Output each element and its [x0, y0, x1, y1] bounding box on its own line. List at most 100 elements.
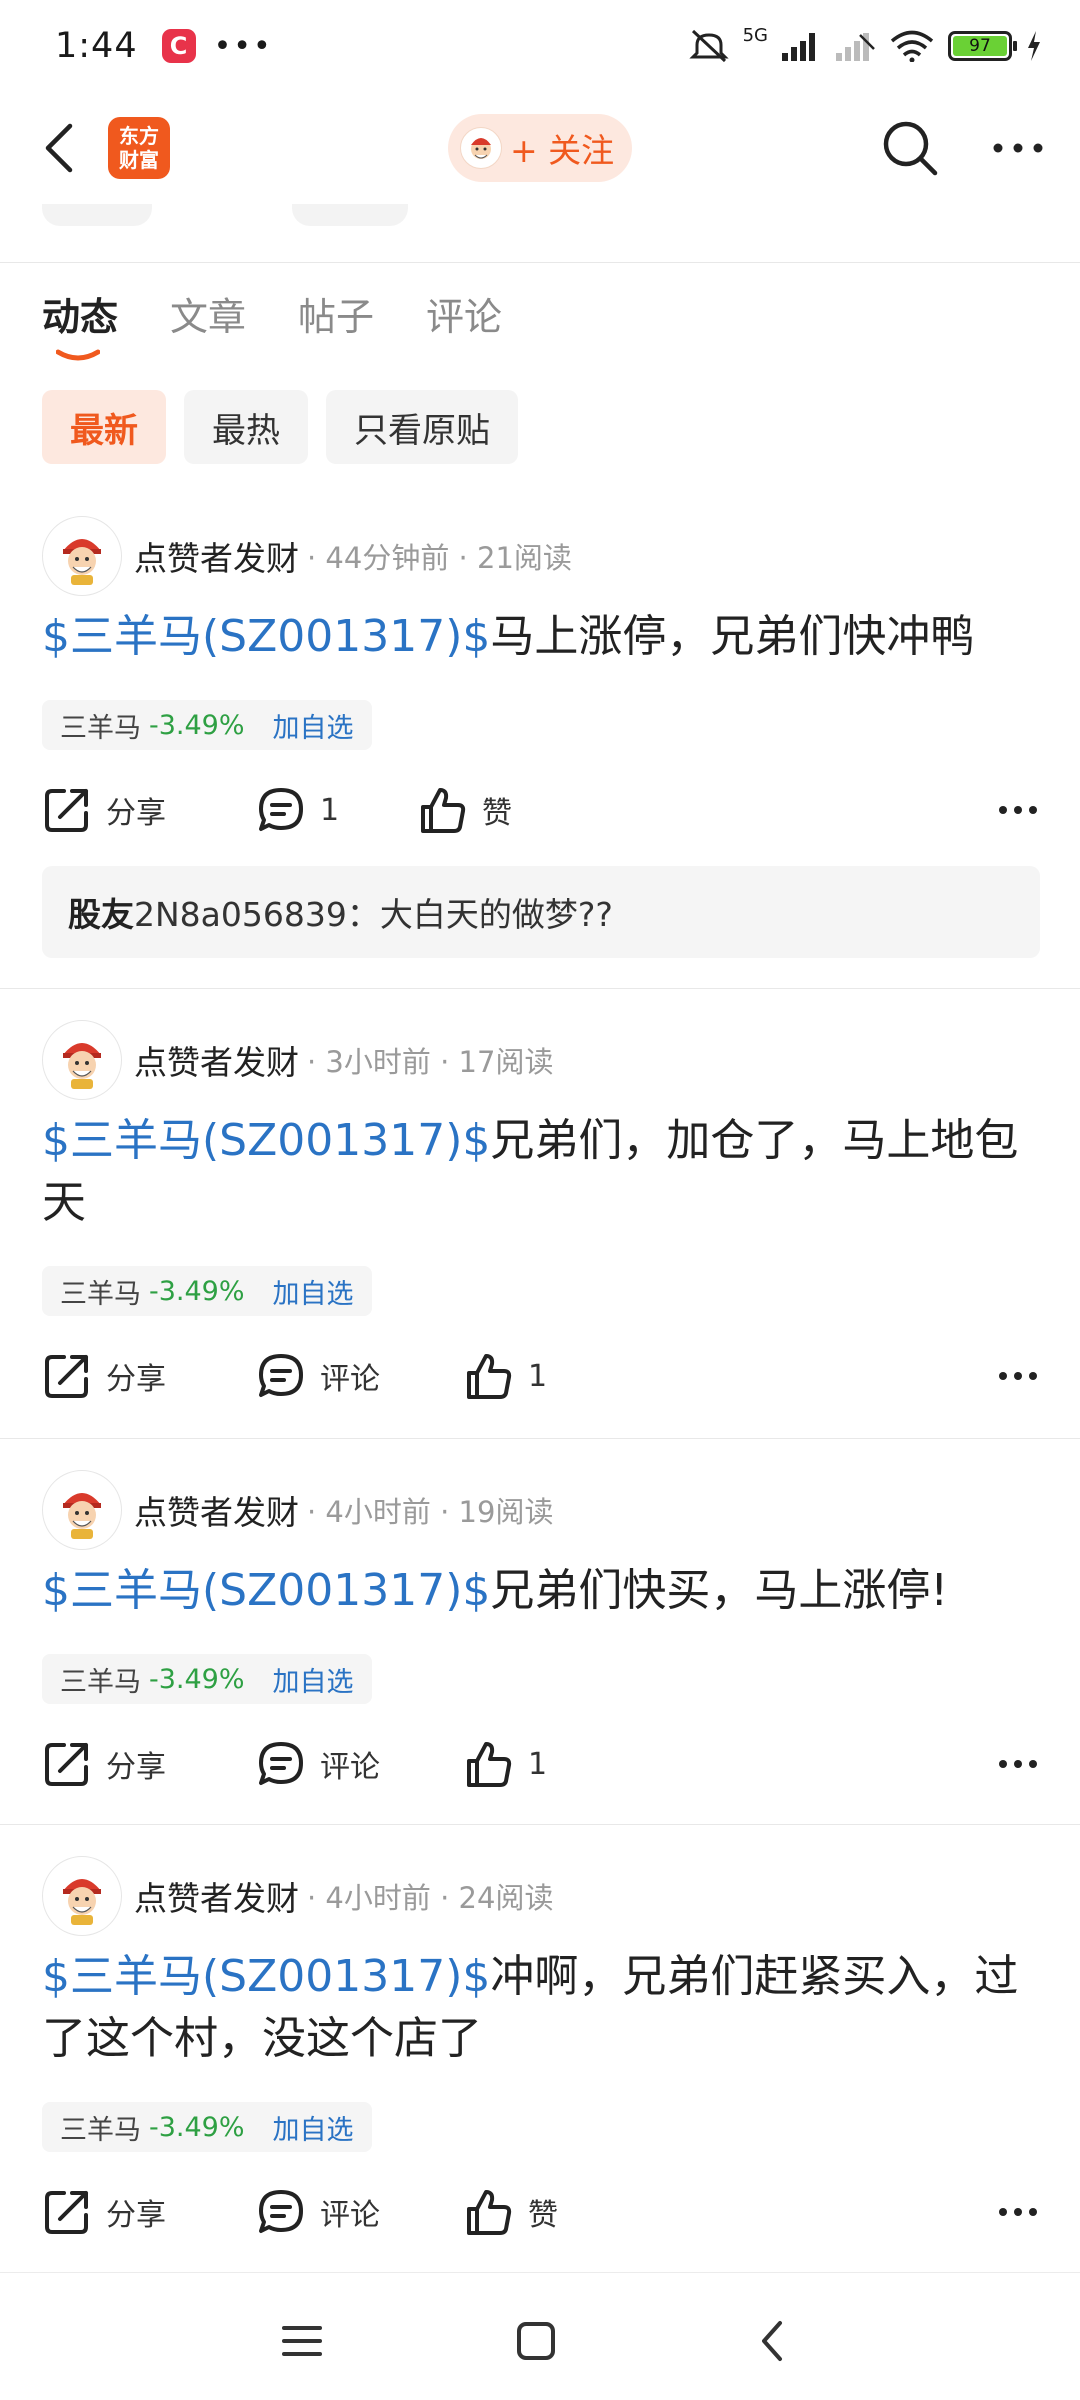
comment-button[interactable]: 评论	[256, 1732, 380, 1796]
add-to-watchlist-button[interactable]: 加自选	[273, 2108, 354, 2147]
home-button[interactable]	[508, 2313, 564, 2369]
follow-button[interactable]: + 关注	[448, 114, 632, 182]
post-content[interactable]: $三羊马(SZ001317)$兄弟们，加仓了，马上地包天	[42, 1110, 1032, 1234]
post-item[interactable]: 点赞者发财 · 3小时前 · 17阅读 $三羊马(SZ001317)$兄弟们，加…	[0, 1020, 1080, 1436]
share-icon	[45, 1355, 88, 1398]
stock-link[interactable]: $三羊马(SZ001317)$	[42, 1115, 490, 1166]
post-more-button[interactable]	[998, 1732, 1038, 1796]
like-button[interactable]: 1	[464, 1344, 547, 1408]
thumbs-up-icon	[467, 1354, 512, 1399]
stock-tag-name: 三羊马	[60, 1278, 141, 1310]
content-tabs: 动态 文章 帖子 评论	[42, 286, 502, 361]
remnant-stat	[42, 204, 152, 226]
post-more-button[interactable]	[998, 2180, 1038, 2244]
reply-username: 股友	[68, 895, 134, 934]
tab-dynamics[interactable]: 动态	[42, 286, 119, 361]
post-actions: 分享 评论 1	[42, 1344, 1038, 1408]
post-more-button[interactable]	[998, 1344, 1038, 1408]
back-button[interactable]	[36, 113, 82, 183]
filter-latest[interactable]: 最新	[42, 390, 166, 464]
stock-link[interactable]: $三羊马(SZ001317)$	[42, 1951, 490, 2002]
filter-original-only[interactable]: 只看原贴	[326, 390, 518, 464]
tab-posts[interactable]: 帖子	[298, 286, 374, 341]
post-item[interactable]: 点赞者发财 · 44分钟前 · 21阅读 $三羊马(SZ001317)$马上涨停…	[0, 516, 1080, 988]
stock-tag[interactable]: 三羊马 -3.49% 加自选	[42, 1654, 372, 1704]
comment-label: 1	[320, 792, 340, 828]
section-divider	[0, 262, 1080, 263]
author-name[interactable]: 点赞者发财	[134, 1872, 299, 1920]
status-time: 1:44	[55, 26, 138, 66]
comment-icon	[259, 2190, 303, 2233]
system-nav-bar	[0, 2272, 1080, 2400]
post-text: 兄弟们快买，马上涨停!	[490, 1565, 948, 1616]
share-button[interactable]: 分享	[42, 1344, 166, 1408]
tab-label: 动态	[42, 295, 119, 339]
stock-tag-change: -3.49%	[149, 1663, 245, 1695]
like-button[interactable]: 赞	[418, 778, 512, 842]
comment-button[interactable]: 1	[256, 778, 339, 842]
tab-comments[interactable]: 评论	[426, 286, 502, 341]
post-content[interactable]: $三羊马(SZ001317)$冲啊，兄弟们赶紧买入，过了这个村，没这个店了	[42, 1946, 1032, 2070]
brand-logo[interactable]: 东方财富	[108, 117, 170, 179]
add-to-watchlist-button[interactable]: 加自选	[273, 1272, 354, 1311]
share-button[interactable]: 分享	[42, 778, 166, 842]
more-horizontal-icon	[999, 806, 1037, 814]
reply-preview[interactable]: 股友 2N8a056839：大白天的做梦??	[42, 866, 1040, 958]
system-back-button[interactable]	[744, 2313, 800, 2369]
tab-articles[interactable]: 文章	[170, 286, 246, 341]
wifi-icon	[890, 30, 934, 62]
share-button[interactable]: 分享	[42, 1732, 166, 1796]
more-button[interactable]	[992, 142, 1044, 154]
user-avatar-icon	[460, 127, 502, 169]
post-more-button[interactable]	[998, 778, 1038, 842]
like-label: 1	[528, 1746, 548, 1782]
share-button[interactable]: 分享	[42, 2180, 166, 2244]
post-content[interactable]: $三羊马(SZ001317)$兄弟们快买，马上涨停!	[42, 1560, 1032, 1622]
comment-button[interactable]: 评论	[256, 1344, 380, 1408]
fortune-god-avatar-icon	[63, 1043, 101, 1089]
author-name[interactable]: 点赞者发财	[134, 1486, 299, 1534]
more-horizontal-icon	[993, 143, 1043, 153]
more-horizontal-icon	[999, 1372, 1037, 1380]
comment-icon	[259, 1742, 303, 1785]
filter-hottest[interactable]: 最热	[184, 390, 308, 464]
stock-tag-name: 三羊马	[60, 712, 141, 744]
author-name[interactable]: 点赞者发财	[134, 1036, 299, 1084]
stock-tag[interactable]: 三羊马 -3.49% 加自选	[42, 1266, 372, 1316]
author-avatar[interactable]	[42, 1020, 122, 1100]
recent-apps-button[interactable]	[274, 2313, 330, 2369]
post-item[interactable]: 点赞者发财 · 4小时前 · 24阅读 $三羊马(SZ001317)$冲啊，兄弟…	[0, 1856, 1080, 2272]
stock-tag-change: -3.49%	[149, 1275, 245, 1307]
author-avatar[interactable]	[42, 516, 122, 596]
author-name[interactable]: 点赞者发财	[134, 532, 299, 580]
chevron-left-icon	[45, 123, 73, 173]
post-content[interactable]: $三羊马(SZ001317)$马上涨停，兄弟们快冲鸭	[42, 606, 1032, 668]
add-to-watchlist-button[interactable]: 加自选	[273, 706, 354, 745]
like-label: 1	[528, 1358, 548, 1394]
thumbs-up-icon	[421, 788, 466, 833]
like-button[interactable]: 1	[464, 1732, 547, 1796]
more-horizontal-icon	[999, 2208, 1037, 2216]
post-item[interactable]: 点赞者发财 · 4小时前 · 19阅读 $三羊马(SZ001317)$兄弟们快买…	[0, 1470, 1080, 1824]
stock-link[interactable]: $三羊马(SZ001317)$	[42, 611, 490, 662]
search-button[interactable]	[880, 118, 940, 178]
app-notification-icon: C	[161, 29, 196, 63]
square-icon	[517, 2322, 555, 2360]
tab-label: 文章	[170, 295, 247, 339]
stock-tag[interactable]: 三羊马 -3.49% 加自选	[42, 2102, 372, 2152]
stock-link[interactable]: $三羊马(SZ001317)$	[42, 1565, 490, 1616]
search-icon	[883, 121, 938, 176]
add-to-watchlist-button[interactable]: 加自选	[273, 1660, 354, 1699]
mute-icon	[688, 29, 729, 63]
signal-weak-icon	[836, 33, 875, 61]
like-button[interactable]: 赞	[464, 2180, 558, 2244]
post-header: 点赞者发财 · 4小时前 · 24阅读	[42, 1856, 553, 1936]
stock-tag[interactable]: 三羊马 -3.49% 加自选	[42, 700, 372, 750]
fortune-god-avatar-icon	[63, 1879, 101, 1925]
comment-button[interactable]: 评论	[256, 2180, 380, 2244]
author-avatar[interactable]	[42, 1470, 122, 1550]
comment-label: 评论	[320, 2198, 380, 2233]
like-label: 赞	[528, 2198, 558, 2233]
share-label: 分享	[106, 2198, 166, 2233]
author-avatar[interactable]	[42, 1856, 122, 1936]
